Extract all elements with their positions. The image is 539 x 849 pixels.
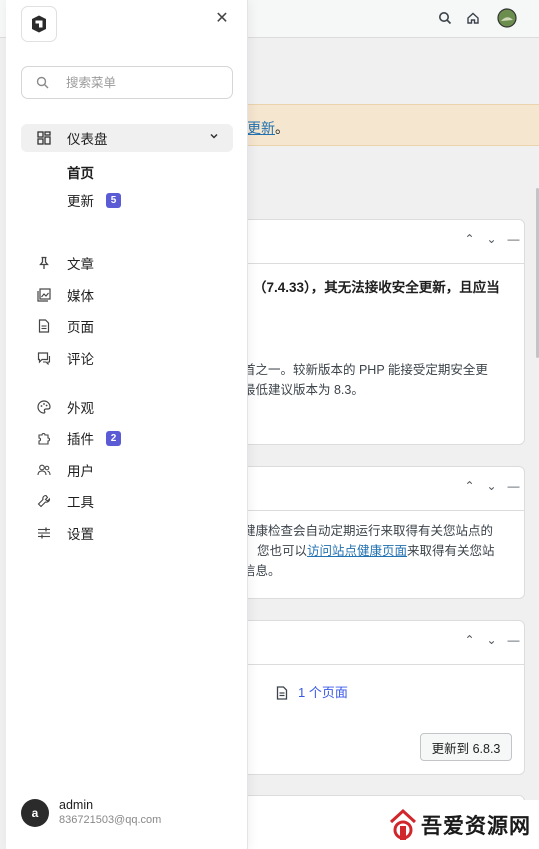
update-count-badge: 5 bbox=[106, 192, 121, 208]
plugin-icon bbox=[36, 430, 52, 446]
health-prefix: 您也可以 bbox=[257, 544, 308, 558]
menu-item-tools[interactable]: 工具 bbox=[21, 487, 233, 515]
card-header: ⌃ ⌄ — bbox=[231, 467, 524, 511]
move-down-icon[interactable]: ⌄ bbox=[485, 479, 498, 493]
site-health-card: ⌃ ⌄ — 健康检查会自动定期运行来取得有关您站点的 您也可以访问站点健康页面来… bbox=[230, 466, 525, 599]
pages-count-label: 1 个页面 bbox=[298, 685, 348, 700]
move-down-icon[interactable]: ⌄ bbox=[485, 232, 498, 246]
dashboard-icon bbox=[36, 130, 52, 146]
pages-count-link[interactable]: 1 个页面 bbox=[276, 683, 348, 703]
php-warning-heading: （7.4.33），其无法接收安全更新，且应当 bbox=[253, 280, 500, 295]
search-icon[interactable] bbox=[434, 7, 456, 29]
submenu-item-updates[interactable]: 更新 5 bbox=[67, 189, 121, 211]
move-up-icon[interactable]: ⌃ bbox=[463, 479, 476, 493]
menu-label: 文章 bbox=[67, 257, 94, 272]
watermark-text: 吾爱资源网 bbox=[421, 812, 531, 838]
palette-icon bbox=[36, 399, 52, 415]
menu-label: 页面 bbox=[67, 320, 94, 335]
menu-item-plugins[interactable]: 插件 2 bbox=[21, 424, 233, 452]
health-text-2: 您也可以访问站点健康页面来取得有关您站 bbox=[257, 541, 495, 561]
submenu-item-home[interactable]: 首页 bbox=[67, 161, 94, 183]
menu-item-pages[interactable]: 页面 bbox=[21, 312, 233, 340]
side-drawer: ✕ 仪表盘 首页 更新 5 文章 媒体 bbox=[6, 0, 248, 849]
card-header: ⌃ ⌄ — bbox=[231, 621, 524, 665]
health-suffix: 来取得有关您站 bbox=[407, 544, 495, 558]
submenu-label: 首页 bbox=[67, 166, 94, 181]
menu-label: 设置 bbox=[67, 527, 94, 542]
chevron-down-icon[interactable] bbox=[209, 131, 219, 141]
menu-label: 用户 bbox=[67, 464, 94, 479]
php-warning-text-2: 最低建议版本为 8.3。 bbox=[243, 383, 364, 397]
scrollbar[interactable] bbox=[535, 38, 539, 849]
watermark-logo-icon bbox=[389, 808, 417, 840]
avatar: a bbox=[21, 798, 49, 827]
users-icon bbox=[36, 462, 52, 478]
collapse-icon[interactable]: — bbox=[507, 633, 520, 647]
update-wordpress-button[interactable]: 更新到 6.8.3 bbox=[420, 733, 512, 761]
close-icon[interactable]: ✕ bbox=[212, 8, 232, 28]
menu-item-comments[interactable]: 评论 bbox=[21, 344, 233, 372]
menu-label: 评论 bbox=[67, 352, 94, 367]
menu-item-media[interactable]: 媒体 bbox=[21, 281, 233, 309]
menu-item-posts[interactable]: 文章 bbox=[21, 249, 233, 277]
menu-label: 仪表盘 bbox=[67, 132, 108, 147]
submenu-label: 更新 bbox=[67, 194, 94, 209]
page-icon bbox=[276, 686, 288, 700]
logo[interactable] bbox=[21, 6, 57, 42]
plugin-count-badge: 2 bbox=[106, 430, 121, 446]
user-email: 836721503@qq.com bbox=[59, 814, 162, 826]
collapse-icon[interactable]: — bbox=[507, 479, 520, 493]
home-icon[interactable] bbox=[462, 7, 484, 29]
collapse-icon[interactable]: — bbox=[507, 232, 520, 246]
menu-search[interactable] bbox=[21, 66, 233, 99]
php-warning-text: 首之一。较新版本的 PHP 能接受定期安全更 bbox=[243, 363, 488, 377]
at-a-glance-card: ⌃ ⌄ — 1 个页面 。 更新到 6.8.3 bbox=[230, 620, 525, 796]
notice-suffix: 。 bbox=[275, 120, 289, 136]
card-header: ⌃ ⌄ — bbox=[231, 220, 524, 264]
site-health-link[interactable]: 访问站点健康页面 bbox=[307, 544, 407, 558]
site-avatar-icon[interactable] bbox=[496, 7, 518, 29]
menu-label: 外观 bbox=[67, 401, 94, 416]
menu-label: 工具 bbox=[67, 495, 94, 510]
move-up-icon[interactable]: ⌃ bbox=[463, 232, 476, 246]
media-icon bbox=[36, 287, 52, 303]
pin-icon bbox=[36, 255, 52, 271]
menu-label: 插件 bbox=[67, 432, 94, 447]
php-warning-card: ⌃ ⌄ — （7.4.33），其无法接收安全更新，且应当 首之一。较新版本的 P… bbox=[230, 219, 525, 445]
move-up-icon[interactable]: ⌃ bbox=[463, 633, 476, 647]
user-name: admin bbox=[59, 798, 94, 812]
logo-icon bbox=[32, 15, 46, 33]
comment-icon bbox=[36, 350, 52, 366]
settings-icon bbox=[36, 525, 52, 541]
user-profile[interactable]: a admin 836721503@qq.com bbox=[21, 798, 161, 827]
wrench-icon bbox=[36, 493, 52, 509]
menu-item-dashboard[interactable]: 仪表盘 bbox=[21, 124, 233, 152]
menu-label: 媒体 bbox=[67, 289, 94, 304]
search-icon bbox=[36, 76, 52, 89]
move-down-icon[interactable]: ⌄ bbox=[485, 633, 498, 647]
notice-update-link[interactable]: 更新 bbox=[247, 120, 275, 136]
page-icon bbox=[36, 318, 52, 334]
search-input[interactable] bbox=[66, 75, 216, 90]
update-notice: 更新。 bbox=[230, 104, 539, 146]
watermark: 吾爱资源网 bbox=[389, 800, 539, 849]
menu-item-settings[interactable]: 设置 bbox=[21, 519, 233, 547]
menu-item-appearance[interactable]: 外观 bbox=[21, 393, 233, 421]
menu-item-users[interactable]: 用户 bbox=[21, 456, 233, 484]
health-text: 健康检查会自动定期运行来取得有关您站点的 bbox=[243, 524, 494, 538]
health-text-3: 信息。 bbox=[243, 564, 281, 578]
